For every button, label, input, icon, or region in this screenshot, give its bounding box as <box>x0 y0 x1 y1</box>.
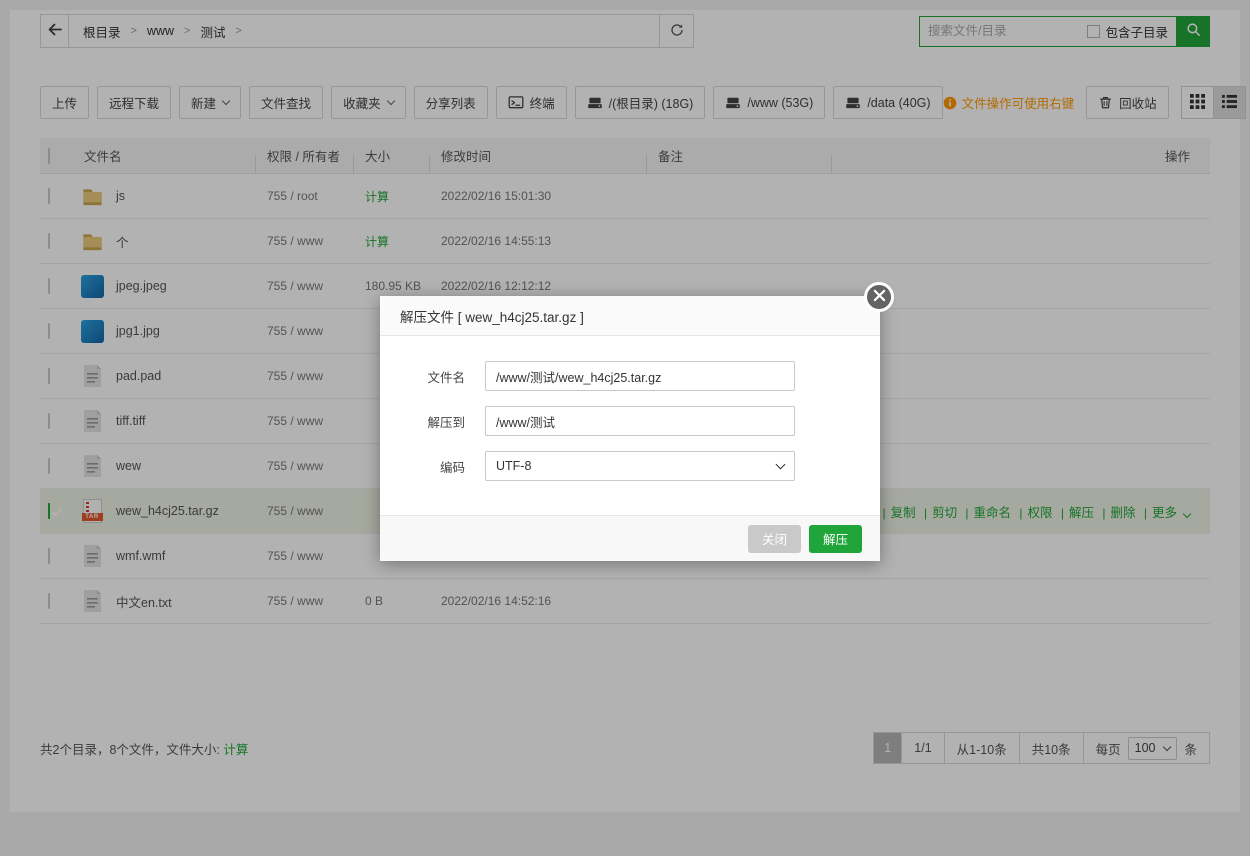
dialog-extract-button[interactable]: 解压 <box>809 525 862 553</box>
extract-to-field[interactable] <box>485 406 795 436</box>
close-button[interactable] <box>864 282 894 312</box>
encoding-select[interactable]: UTF-8 <box>485 451 795 481</box>
filename-label: 文件名 <box>380 367 485 386</box>
dialog-close-button[interactable]: 关闭 <box>748 525 801 553</box>
extract-to-label: 解压到 <box>380 412 485 431</box>
filename-field[interactable] <box>485 361 795 391</box>
close-icon <box>873 289 886 305</box>
chevron-down-icon <box>776 459 786 469</box>
extract-dialog: 解压文件 [ wew_h4cj25.tar.gz ] 文件名 解压到 编码 UT… <box>380 296 880 561</box>
encoding-label: 编码 <box>380 457 485 476</box>
dialog-title: 解压文件 [ wew_h4cj25.tar.gz ] <box>380 296 880 336</box>
